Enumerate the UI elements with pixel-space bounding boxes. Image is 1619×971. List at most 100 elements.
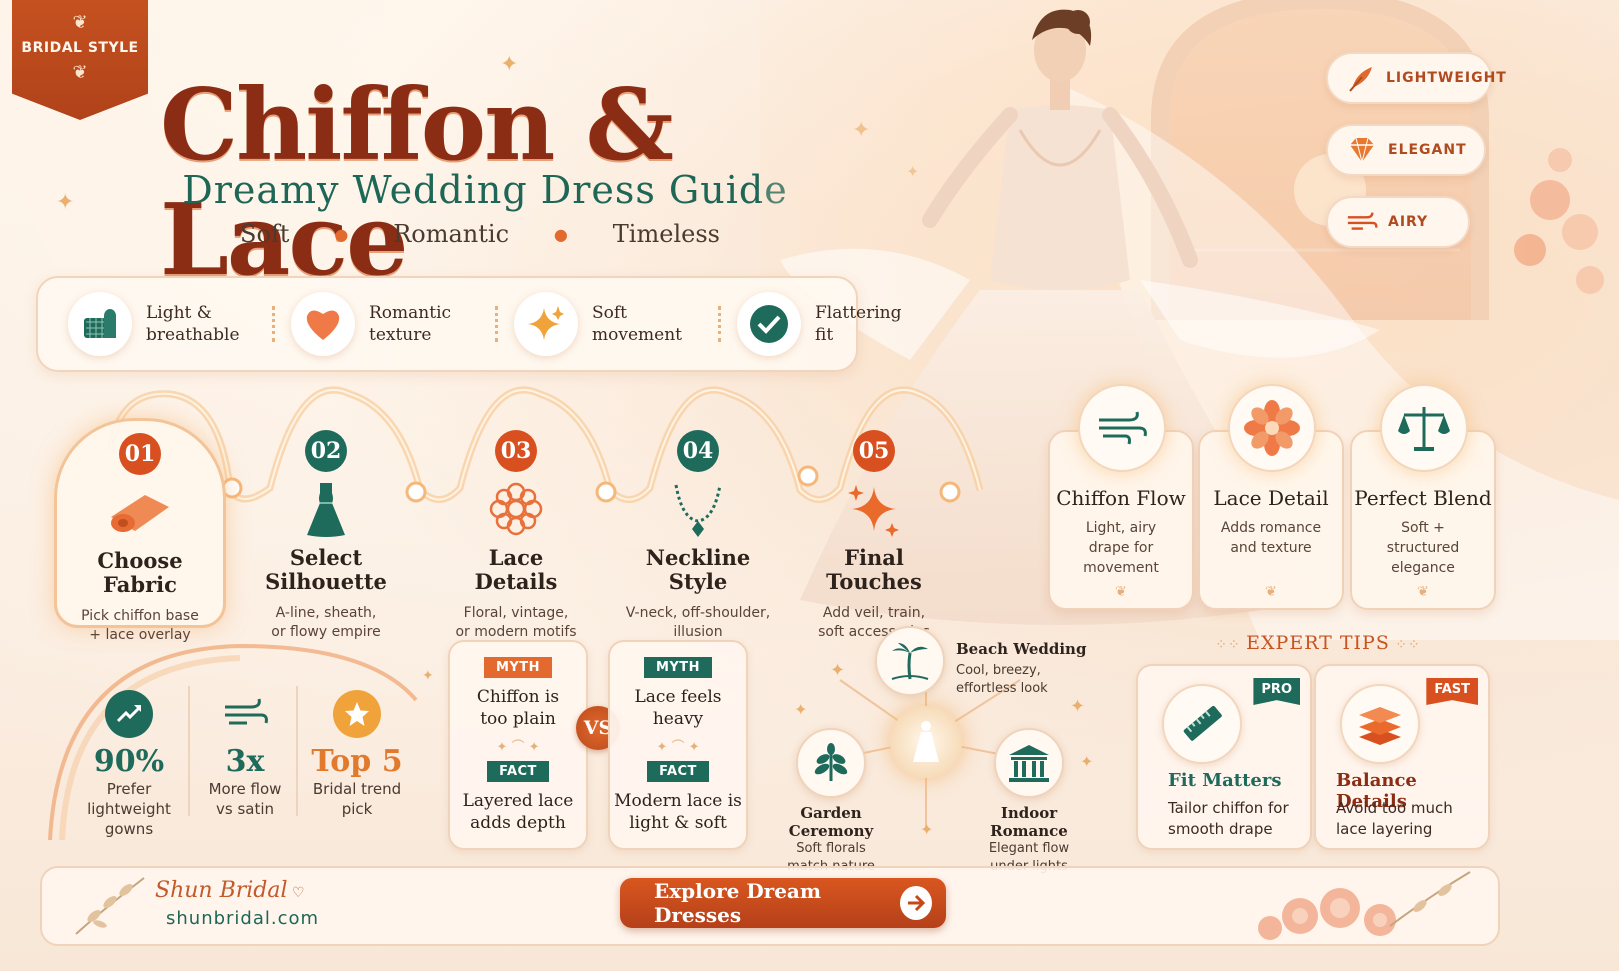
venue-title: Garden Ceremony <box>788 804 874 840</box>
step-number: 04 <box>677 430 719 472</box>
myth-fact-card: MYTH Lace feels heavy ✦ ⌒ ✦ FACT Modern … <box>608 640 748 850</box>
sparkle-icon: ✦ <box>1070 696 1086 717</box>
venue-description: Cool, breezy, effortless look <box>956 663 1048 696</box>
fabric-roll-icon <box>68 292 132 356</box>
feather-icon <box>1346 62 1376 94</box>
step-title: Choose Fabric <box>97 548 183 597</box>
building-icon <box>994 728 1064 798</box>
step-card: 04 Neckline Style V-neck, off-shoulder, … <box>612 418 784 640</box>
feature-description: Light, airy drape for movement <box>1083 520 1159 576</box>
step-description: Floral, vintage, or modern motifs <box>455 605 577 640</box>
step-title: Neckline Style <box>645 545 751 594</box>
lace-flower-icon <box>430 476 602 542</box>
tip-description: Tailor chiffon for smooth drape <box>1168 799 1289 838</box>
step-title: Select Silhouette <box>265 545 387 594</box>
benefit-item: Romantic texture <box>291 292 479 356</box>
attribute-pill-elegant: ELEGANT <box>1326 124 1486 176</box>
step-number: 02 <box>305 430 347 472</box>
tip-title: Fit Matters <box>1168 770 1282 791</box>
attribute-label: ELEGANT <box>1388 142 1467 158</box>
ornament-icon: ❦ <box>1417 584 1429 600</box>
steps-timeline: 01 Choose Fabric Pick chiffon base + lac… <box>40 380 1000 643</box>
ribbon-ornament-icon: ❦ <box>72 12 88 33</box>
plant-icon <box>796 728 866 798</box>
tagline: Soft ● Romantic ● Timeless <box>240 220 720 248</box>
sparkle-icon: ✦ <box>422 668 434 684</box>
stat-item: 3x More flow vs satin <box>190 690 300 819</box>
step-number: 01 <box>119 433 161 475</box>
step-description: A-line, sheath, or flowy empire <box>271 605 381 640</box>
sparkle-icon: ✦ <box>794 700 808 719</box>
benefits-bar: Light & breathable Romantic texture Soft… <box>36 276 902 372</box>
wind-icon <box>1078 384 1166 472</box>
ornament-icon: ❦ <box>1115 584 1127 600</box>
tagline-dot-icon: ● <box>553 224 568 244</box>
myth-tag: MYTH <box>483 657 553 678</box>
expert-tips-heading: ⁘⁘ EXPERT TIPS ⁘⁘ <box>1200 632 1436 654</box>
tagline-word: Soft <box>240 220 290 248</box>
feature-title: Lace Detail <box>1213 486 1329 510</box>
ornament-icon: ⁘⁘ <box>1389 637 1421 653</box>
wind-icon <box>221 690 269 738</box>
step-card: 03 Lace Details Floral, vintage, or mode… <box>430 418 602 640</box>
feature-description: Adds romance and texture <box>1220 520 1322 556</box>
venue-title: Indoor Romance <box>990 804 1068 840</box>
venue-garden: Garden Ceremony Soft florals match natur… <box>766 728 896 876</box>
myth-text: Chiffon is too plain <box>476 687 560 729</box>
pro-badge: PRO <box>1253 678 1300 705</box>
feature-card-perfect-blend: Perfect Blend Soft + structured elegance… <box>1350 384 1496 610</box>
stat-description: Prefer lightweight gowns <box>87 780 171 838</box>
explore-dream-dresses-button[interactable]: Explore Dream Dresses <box>620 878 946 928</box>
ribbon-ornament-icon: ❦ <box>72 62 88 83</box>
feature-description: Soft + structured elegance <box>1386 520 1460 576</box>
benefit-label: Soft movement <box>592 303 682 345</box>
leaf-branch-icon <box>75 877 145 935</box>
sparkle-icon: ✦ <box>830 660 846 681</box>
dress-icon <box>240 476 412 542</box>
arrow-right-icon <box>899 886 932 920</box>
check-icon <box>737 292 801 356</box>
stat-value: Top 5 <box>311 744 403 779</box>
benefit-item: Flattering fit <box>737 292 925 356</box>
heart-icon: ♡ <box>287 885 305 901</box>
venue-beach <box>874 626 946 696</box>
tip-card-fit-matters: PRO Fit Matters Tailor chiffon for smoot… <box>1136 664 1312 850</box>
benefit-label: Light & breathable <box>146 303 240 345</box>
brand-domain-link[interactable]: shunbridal.com <box>166 908 319 929</box>
benefit-item: Soft movement <box>514 292 702 356</box>
stat-value: 3x <box>225 744 265 779</box>
divider <box>296 686 298 816</box>
tip-card-balance-details: FAST Balance Details Avoid too much lace… <box>1314 664 1490 850</box>
step-number: 05 <box>853 430 895 472</box>
venue-indoor: Indoor Romance Elegant flow under lights <box>966 728 1092 876</box>
fact-text: Layered lace adds depth <box>462 791 574 833</box>
sparkle-icon <box>788 476 960 542</box>
rose-bouquet-icon <box>1258 871 1471 940</box>
feature-card-chiffon-flow: Chiffon Flow Light, airy drape for movem… <box>1048 384 1194 610</box>
tagline-dot-icon: ● <box>334 224 349 244</box>
tip-description: Avoid too much lace layering <box>1336 799 1453 838</box>
myth-text: Lace feels heavy <box>634 687 722 729</box>
necklace-icon <box>612 476 784 542</box>
step-title: Final Touches <box>826 545 922 594</box>
fact-text: Modern lace is light & soft <box>614 791 742 833</box>
stat-description: Bridal trend pick <box>312 780 402 818</box>
trend-up-icon <box>105 690 153 738</box>
flower-icon <box>1228 384 1316 472</box>
wind-icon <box>1346 206 1378 238</box>
step-card: 05 Final Touches Add veil, train, soft a… <box>788 418 960 640</box>
fast-badge: FAST <box>1426 678 1478 705</box>
benefit-label: Flattering fit <box>815 303 902 345</box>
step-title: Lace Details <box>474 545 558 594</box>
myth-fact-card: MYTH Chiffon is too plain ✦ ⌒ ✦ FACT Lay… <box>448 640 588 850</box>
attribute-pill-airy: AIRY <box>1326 196 1470 248</box>
feature-title: Perfect Blend <box>1354 486 1492 510</box>
bridal-style-ribbon: ❦ BRIDAL STYLE ❦ <box>12 0 148 120</box>
tagline-word: Romantic <box>393 220 510 248</box>
fact-tag: FACT <box>487 761 549 782</box>
brand-name: Shun Bridal <box>155 878 288 903</box>
expert-tips-title: EXPERT TIPS <box>1246 632 1390 654</box>
myth-tag: MYTH <box>643 657 713 678</box>
feature-title: Chiffon Flow <box>1056 486 1186 510</box>
ornament-icon: ⁘⁘ <box>1215 637 1247 653</box>
